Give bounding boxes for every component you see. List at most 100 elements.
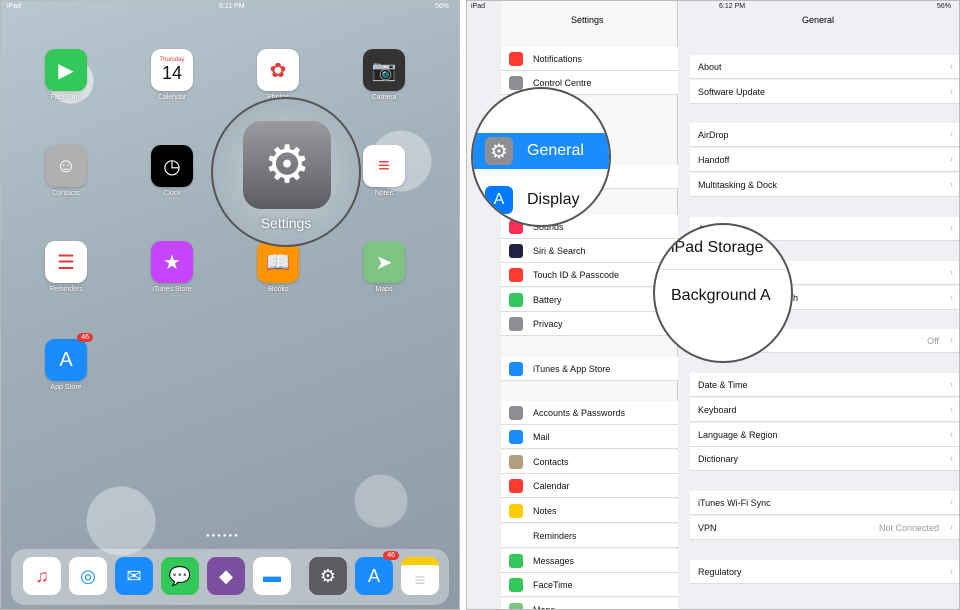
sidebar-item-icon bbox=[509, 602, 523, 609]
general-row[interactable]: AirDrop › bbox=[690, 123, 959, 147]
app-reminders[interactable]: ☰ Reminders bbox=[34, 241, 98, 293]
app-label: Contacts bbox=[52, 190, 80, 197]
sidebar-item[interactable]: Notes bbox=[501, 499, 678, 523]
sidebar-item-icon bbox=[509, 454, 523, 469]
general-row[interactable]: iTunes Wi-Fi Sync › bbox=[690, 491, 959, 515]
chevron-right-icon: › bbox=[949, 497, 953, 508]
display-icon: A bbox=[485, 186, 513, 214]
sidebar-item[interactable]: FaceTime bbox=[501, 573, 678, 597]
sidebar-item[interactable]: Accounts & Passwords bbox=[501, 401, 678, 425]
refresh-magnified-label: Background A bbox=[671, 287, 771, 304]
chevron-right-icon: › bbox=[949, 61, 953, 72]
app-label: Maps bbox=[375, 286, 393, 293]
app-label: Calendar bbox=[157, 94, 187, 101]
sidebar-item-label: Calendar bbox=[533, 480, 570, 491]
general-row[interactable]: About › bbox=[690, 55, 959, 79]
gear-icon: ⚙ bbox=[485, 137, 513, 165]
sidebar-item-label: Control Centre bbox=[533, 77, 592, 88]
sidebar-item-label: Notifications bbox=[533, 53, 583, 64]
chevron-right-icon: › bbox=[949, 404, 953, 415]
music-icon[interactable]: ♫ bbox=[23, 557, 61, 595]
gear-icon: ⚙ bbox=[263, 136, 311, 194]
sidebar-item-label: Maps bbox=[533, 604, 556, 610]
sidebar-item[interactable]: iTunes & App Store bbox=[501, 357, 678, 381]
files-icon[interactable]: ▬ bbox=[253, 557, 291, 595]
app-store-dock-icon[interactable]: A 46 bbox=[355, 551, 399, 595]
cydia-icon[interactable]: ◆ bbox=[207, 557, 245, 595]
sidebar-item[interactable]: Calendar bbox=[501, 474, 678, 498]
sidebar-item[interactable]: Maps bbox=[501, 598, 678, 610]
notes-dock-icon[interactable]: ≡ bbox=[401, 557, 439, 595]
general-row[interactable]: Handoff › bbox=[690, 148, 959, 172]
chevron-right-icon: › bbox=[949, 522, 953, 533]
app-maps[interactable]: ➤ Maps bbox=[352, 241, 416, 293]
sidebar-item-icon bbox=[509, 528, 523, 543]
maps-icon: ➤ bbox=[363, 241, 405, 283]
app-store-icon: A 46 bbox=[45, 333, 93, 381]
app-contacts[interactable]: ☺ Contacts bbox=[34, 145, 98, 197]
sidebar-item[interactable]: Contacts bbox=[501, 450, 678, 474]
sidebar-item-label: Contacts bbox=[533, 456, 569, 467]
carrier: iPad bbox=[471, 3, 486, 10]
app-label: App Store bbox=[50, 384, 82, 391]
app-camera[interactable]: 📷 Camera bbox=[352, 49, 416, 101]
general-row-label: Dictionary bbox=[698, 453, 739, 464]
general-row[interactable]: VPN Not Connected › bbox=[690, 516, 959, 540]
general-magnified-label: General bbox=[527, 142, 584, 159]
sidebar-item-label: Reminders bbox=[533, 530, 577, 541]
chevron-right-icon: › bbox=[949, 453, 953, 464]
sidebar-item-icon bbox=[509, 51, 523, 66]
general-row-selected[interactable]: ⚙ General bbox=[473, 133, 609, 169]
sidebar-item[interactable]: Battery bbox=[501, 288, 678, 312]
sidebar-item-icon bbox=[509, 243, 523, 258]
general-row-label: Multitasking & Dock bbox=[698, 179, 778, 190]
settings-screen: iPad 6:12 PM 56% Settings Notifications C… bbox=[466, 0, 960, 610]
app-clock[interactable]: ◷ Clock bbox=[140, 145, 204, 197]
app-notes[interactable]: ≡ Notes bbox=[352, 145, 416, 197]
general-row[interactable]: Software Update › bbox=[690, 80, 959, 104]
general-row-label: Date & Time bbox=[698, 379, 748, 390]
sidebar-item[interactable]: Touch ID & Passcode bbox=[501, 263, 678, 287]
sidebar-item[interactable]: Mail bbox=[501, 425, 678, 449]
reminders-icon: ☰ bbox=[45, 241, 87, 283]
sidebar-item-icon bbox=[509, 478, 523, 493]
camera-icon: 📷 bbox=[363, 49, 405, 91]
sidebar-item-label: iTunes & App Store bbox=[533, 363, 611, 374]
app-itunes-store[interactable]: ★ iTunes Store bbox=[140, 241, 204, 293]
settings-app-icon[interactable]: ⚙ bbox=[243, 121, 331, 209]
app-photos[interactable]: ✿Photos bbox=[246, 49, 310, 101]
general-row[interactable]: Keyboard › bbox=[690, 398, 959, 422]
display-row[interactable]: A Display bbox=[473, 183, 609, 217]
app-ibooks[interactable]: 📖 iBooks bbox=[246, 241, 310, 293]
sidebar-item[interactable]: Reminders bbox=[501, 524, 678, 548]
general-title: General bbox=[802, 15, 835, 25]
safari-icon[interactable]: ◎ bbox=[69, 557, 107, 595]
chevron-right-icon: › bbox=[949, 292, 953, 303]
general-row[interactable]: Multitasking & Dock › bbox=[690, 173, 959, 197]
messages-icon[interactable]: 💬 bbox=[161, 557, 199, 595]
general-row[interactable]: Language & Region › bbox=[690, 423, 959, 447]
app-app-store[interactable]: A 46 App Store bbox=[34, 333, 98, 391]
sidebar-title: Settings bbox=[571, 15, 604, 25]
app-facetime[interactable]: ▶ FaceTime bbox=[34, 49, 98, 101]
general-row[interactable]: Dictionary › bbox=[690, 447, 959, 471]
mail-icon[interactable]: ✉ bbox=[115, 557, 153, 595]
app-calendar[interactable]: Thursday 14 Calendar bbox=[140, 49, 204, 101]
sidebar-item-icon bbox=[509, 267, 523, 282]
dock-badge: 46 bbox=[383, 551, 399, 560]
chevron-right-icon: › bbox=[949, 335, 953, 346]
sidebar-item-label: Notes bbox=[533, 505, 557, 516]
sidebar-item[interactable]: Privacy bbox=[501, 312, 678, 336]
app-label: iBooks bbox=[267, 286, 289, 293]
sidebar-item[interactable]: Siri & Search bbox=[501, 239, 678, 263]
settings-dock-icon[interactable]: ⚙ bbox=[309, 557, 347, 595]
sidebar-item[interactable]: Notifications bbox=[501, 47, 678, 71]
chevron-right-icon: › bbox=[949, 267, 953, 278]
chevron-right-icon: › bbox=[949, 379, 953, 390]
general-row[interactable]: Date & Time › bbox=[690, 373, 959, 397]
battery: 56% bbox=[434, 3, 449, 10]
sidebar-item[interactable]: Messages bbox=[501, 549, 678, 573]
general-row[interactable]: Regulatory › bbox=[690, 560, 959, 584]
sidebar-item-icon bbox=[509, 361, 523, 376]
sidebar-item-label: Mail bbox=[533, 431, 550, 442]
